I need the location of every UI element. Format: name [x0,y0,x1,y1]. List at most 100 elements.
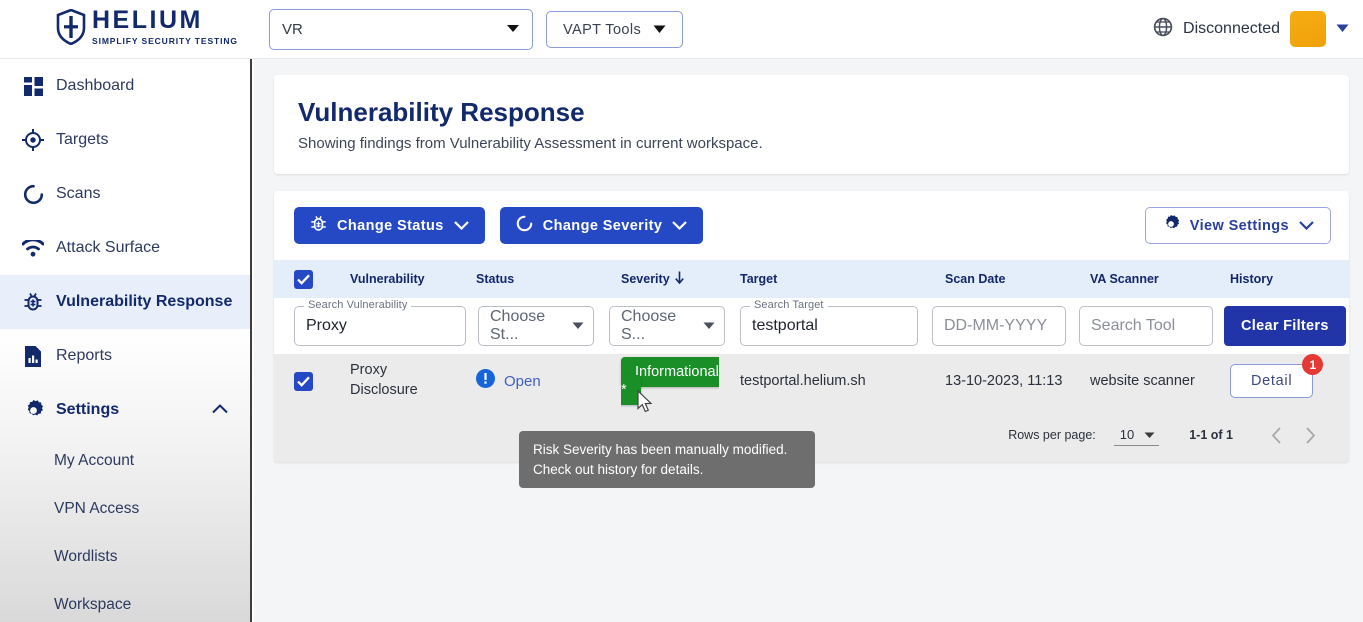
search-tool-placeholder: Search Tool [1091,317,1176,334]
vapt-tools-button[interactable]: VAPT Tools [546,11,684,48]
page-title: Vulnerability Response [298,97,585,127]
column-label: Vulnerability [350,272,425,286]
column-header-target[interactable]: Target [740,272,945,286]
wifi-signal-icon [16,239,50,257]
shield-icon [56,8,86,46]
connection-status: Disconnected [1183,20,1280,37]
workspace-select-value: VR [282,21,303,38]
select-all-cell [294,269,350,289]
sidebar-item-dashboard[interactable]: Dashboard [0,59,250,113]
sidebar-item-settings[interactable]: Settings [0,383,250,437]
sidebar-item-wordlists[interactable]: Wordlists [0,533,250,581]
view-settings-label: View Settings [1189,217,1289,234]
column-header-vulnerability[interactable]: Vulnerability [350,272,476,286]
table-toolbar: Change Status Change Severity View Setti… [274,191,1349,260]
search-target-value: testportal [752,317,818,334]
column-header-va-scanner[interactable]: VA Scanner [1090,272,1230,286]
select-all-checkbox[interactable] [294,269,313,289]
bug-icon [16,292,50,313]
column-header-severity[interactable]: Severity [621,271,740,287]
top-bar: HELIUM SIMPLIFY SECURITY TESTING VR VAPT… [0,0,1363,59]
detail-button[interactable]: Detail [1230,364,1314,398]
tooltip-line-1: Risk Severity has been manually modified… [533,442,788,457]
sidebar-subitem-label: My Account [54,452,135,469]
column-label: VA Scanner [1090,272,1159,286]
scan-circle-icon [16,184,50,205]
scan-date-input[interactable]: DD-MM-YYYY [932,306,1066,346]
sidebar-item-my-account[interactable]: My Account [0,437,250,485]
brand-wordmark: HELIUM SIMPLIFY SECURITY TESTING [92,6,238,47]
search-vulnerability-value: Proxy [306,317,347,334]
column-header-scan-date[interactable]: Scan Date [945,272,1090,286]
brand-title: HELIUM [92,6,203,34]
gear-icon [1162,214,1180,237]
scan-circle-icon [516,215,533,236]
alert-circle-icon [476,369,495,393]
chevron-down-icon [453,218,469,234]
vulnerability-line-1: Proxy [350,362,388,379]
status-text: Open [504,372,541,390]
dashboard-grid-icon [16,76,50,96]
sidebar-item-reports[interactable]: Reports [0,329,250,383]
table-header-row: Vulnerability Status Severity Target Sca… [274,260,1349,298]
change-status-label: Change Status [337,217,444,234]
caret-down-icon [572,317,584,335]
cell-va-scanner: website scanner [1090,373,1195,389]
search-target-input[interactable]: Search Target testportal [740,299,918,346]
app-root: HELIUM SIMPLIFY SECURITY TESTING VR VAPT… [0,0,1363,622]
caret-down-icon [506,21,520,38]
table-row[interactable]: Proxy Disclosure Open Informational * te… [274,354,1349,408]
page-header-card: Vulnerability Response Showing findings … [274,75,1349,174]
search-target-legend: Search Target [750,299,828,311]
history-count-badge: 1 [1302,354,1324,375]
sidebar-item-vpn-access[interactable]: VPN Access [0,485,250,533]
cell-target: testportal.helium.sh [740,373,866,389]
severity-badge[interactable]: Informational * [621,357,719,405]
search-tool-input[interactable]: Search Tool [1079,306,1213,346]
rows-per-page-select[interactable]: 10 [1113,425,1160,446]
chevron-left-icon[interactable] [1259,418,1293,452]
caret-down-icon [653,22,666,38]
column-label: Status [476,272,515,286]
sidebar-item-label: Targets [56,131,109,148]
search-vulnerability-input[interactable]: Search Vulnerability Proxy [294,299,466,346]
chevron-right-icon[interactable] [1293,418,1327,452]
change-status-button[interactable]: Change Status [294,207,485,244]
workspace-select[interactable]: VR [269,9,533,50]
sidebar-item-workspace[interactable]: Workspace [0,581,250,622]
vapt-tools-label: VAPT Tools [563,21,642,38]
avatar[interactable] [1290,11,1326,47]
sidebar-item-label: Scans [56,185,101,202]
choose-severity-value: Choose S... [621,308,677,343]
change-severity-button[interactable]: Change Severity [499,207,704,244]
severity-tooltip: Risk Severity has been manually modified… [519,431,815,489]
brand-subtitle: SIMPLIFY SECURITY TESTING [92,36,238,46]
chevron-down-icon [1299,218,1314,234]
column-header-history[interactable]: History [1230,272,1273,286]
arrow-down-icon [674,271,685,287]
caret-down-icon [1144,427,1155,442]
choose-severity-select[interactable]: Choose S... [609,306,725,346]
sidebar-item-scans[interactable]: Scans [0,167,250,221]
account-menu-caret-icon[interactable] [1336,22,1349,36]
globe-icon [1153,17,1173,42]
clear-filters-button[interactable]: Clear Filters [1224,306,1346,346]
column-header-status[interactable]: Status [476,272,621,286]
column-label: Severity [621,272,670,286]
view-settings-button[interactable]: View Settings [1144,207,1331,244]
table-filter-row: Search Vulnerability Proxy Choose St... … [274,298,1349,354]
sidebar-item-targets[interactable]: Targets [0,113,250,167]
change-severity-label: Change Severity [542,217,663,234]
target-crosshair-icon [16,129,50,151]
vulnerability-line-2: Disclosure [350,382,418,398]
choose-status-select[interactable]: Choose St... [478,306,594,346]
rows-per-page-label: Rows per page: [1008,428,1096,442]
column-label: Target [740,272,778,286]
pagination-range: 1-1 of 1 [1189,428,1233,442]
bug-icon [310,215,327,237]
cell-status: Open [476,369,621,393]
brand-logo: HELIUM SIMPLIFY SECURITY TESTING [56,8,238,46]
sidebar-item-attack-surface[interactable]: Attack Surface [0,221,250,275]
sidebar-item-vulnerability-response[interactable]: Vulnerability Response [0,275,250,329]
row-checkbox[interactable] [294,371,313,391]
